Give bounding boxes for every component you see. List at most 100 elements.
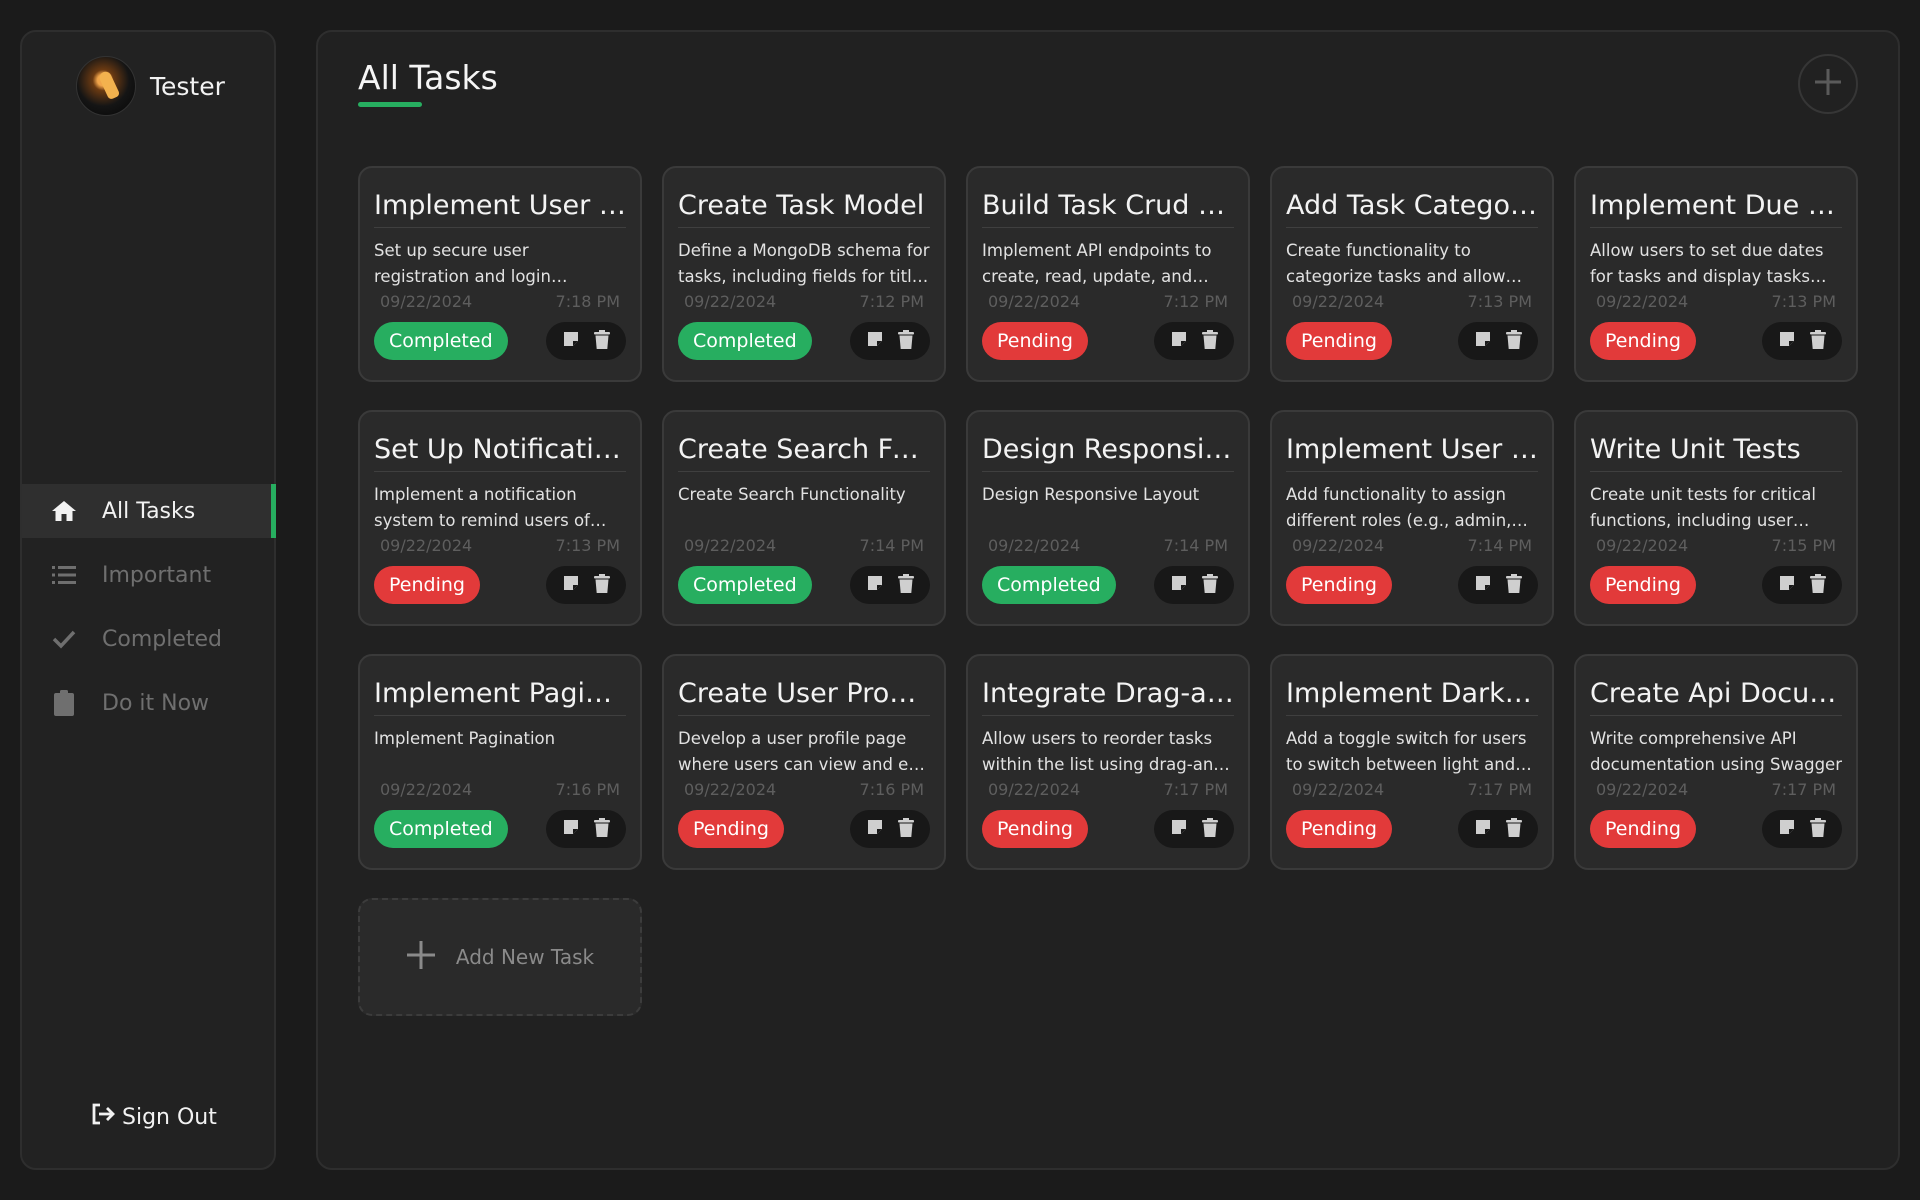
trash-icon[interactable] <box>1506 817 1522 841</box>
task-card[interactable]: Set Up Notifications Implement a notific… <box>358 410 642 626</box>
status-badge[interactable]: Completed <box>374 322 508 360</box>
task-date: 09/22/2024 <box>1292 780 1385 799</box>
sign-out-button[interactable]: Sign Out <box>90 1102 217 1132</box>
clipboard-icon <box>50 690 78 716</box>
task-card[interactable]: Implement User Roles Add functionality t… <box>1270 410 1554 626</box>
trash-icon[interactable] <box>1810 573 1826 597</box>
edit-icon[interactable] <box>562 330 580 352</box>
task-meta: 09/22/2024 7:14 PM <box>678 536 930 555</box>
trash-icon[interactable] <box>1506 573 1522 597</box>
task-meta: 09/22/2024 7:13 PM <box>1286 292 1538 311</box>
task-card[interactable]: Build Task Crud Operations Implement API… <box>966 166 1250 382</box>
plus-icon <box>1813 67 1843 101</box>
task-time: 7:12 PM <box>859 292 924 311</box>
title-underline <box>358 102 422 107</box>
task-card[interactable]: Implement Dark Mode Add a toggle switch … <box>1270 654 1554 870</box>
status-badge[interactable]: Pending <box>374 566 480 604</box>
sign-out-icon <box>90 1102 116 1132</box>
status-badge[interactable]: Completed <box>678 322 812 360</box>
edit-icon[interactable] <box>866 330 884 352</box>
status-badge[interactable]: Pending <box>1590 322 1696 360</box>
edit-icon[interactable] <box>1170 330 1188 352</box>
main-panel: All Tasks Implement User Authentication … <box>316 30 1900 1170</box>
edit-icon[interactable] <box>1170 574 1188 596</box>
status-badge[interactable]: Pending <box>1590 810 1696 848</box>
task-card[interactable]: Design Responsive Layout Design Responsi… <box>966 410 1250 626</box>
sidebar-nav: All Tasks Important Completed Do it Now <box>22 484 276 740</box>
edit-icon[interactable] <box>562 818 580 840</box>
trash-icon[interactable] <box>594 817 610 841</box>
add-new-task-button[interactable]: Add New Task <box>358 898 642 1016</box>
trash-icon[interactable] <box>1202 817 1218 841</box>
trash-icon[interactable] <box>1506 329 1522 353</box>
task-card[interactable]: Implement Pagination Implement Paginatio… <box>358 654 642 870</box>
status-badge[interactable]: Pending <box>982 322 1088 360</box>
task-card[interactable]: Write Unit Tests Create unit tests for c… <box>1574 410 1858 626</box>
trash-icon[interactable] <box>594 573 610 597</box>
add-task-circle-button[interactable] <box>1798 54 1858 114</box>
task-time: 7:17 PM <box>1467 780 1532 799</box>
sidebar-item-all-tasks[interactable]: All Tasks <box>22 484 276 538</box>
task-time: 7:14 PM <box>1163 536 1228 555</box>
edit-icon[interactable] <box>866 818 884 840</box>
edit-icon[interactable] <box>1778 574 1796 596</box>
status-badge[interactable]: Completed <box>678 566 812 604</box>
task-card[interactable]: Create Task Model Define a MongoDB schem… <box>662 166 946 382</box>
task-title: Design Responsive Layout <box>982 434 1234 472</box>
avatar[interactable] <box>76 56 136 116</box>
trash-icon[interactable] <box>1810 817 1826 841</box>
edit-icon[interactable] <box>1778 818 1796 840</box>
status-badge[interactable]: Completed <box>374 810 508 848</box>
trash-icon[interactable] <box>1202 329 1218 353</box>
sidebar-item-important[interactable]: Important <box>22 548 276 602</box>
edit-icon[interactable] <box>1778 330 1796 352</box>
edit-icon[interactable] <box>1474 330 1492 352</box>
status-badge[interactable]: Pending <box>1286 810 1392 848</box>
sidebar-item-do-it-now[interactable]: Do it Now <box>22 676 276 730</box>
task-actions <box>1458 810 1538 848</box>
task-description: Design Responsive Layout <box>982 485 1200 504</box>
status-badge[interactable]: Pending <box>678 810 784 848</box>
task-time: 7:17 PM <box>1163 780 1228 799</box>
task-actions <box>1154 810 1234 848</box>
trash-icon[interactable] <box>1202 573 1218 597</box>
task-card[interactable]: Implement User Authentication Set up sec… <box>358 166 642 382</box>
task-card[interactable]: Create User Profile Page Develop a user … <box>662 654 946 870</box>
task-title: Set Up Notifications <box>374 434 626 472</box>
status-badge[interactable]: Pending <box>1286 322 1392 360</box>
task-card[interactable]: Create Search Functionality Create Searc… <box>662 410 946 626</box>
task-card[interactable]: Integrate Drag-and-Drop Allow users to r… <box>966 654 1250 870</box>
home-icon <box>50 499 78 523</box>
trash-icon[interactable] <box>898 573 914 597</box>
task-actions <box>1762 810 1842 848</box>
profile[interactable]: Tester <box>76 56 225 116</box>
edit-icon[interactable] <box>1474 818 1492 840</box>
task-title: Implement User Roles <box>1286 434 1538 472</box>
task-meta: 09/22/2024 7:17 PM <box>1590 780 1842 799</box>
status-badge[interactable]: Pending <box>982 810 1088 848</box>
task-card[interactable]: Implement Due Dates Allow users to set d… <box>1574 166 1858 382</box>
task-description: Allow users to reorder tasks within the … <box>982 729 1230 774</box>
status-badge[interactable]: Pending <box>1286 566 1392 604</box>
add-new-task-label: Add New Task <box>455 945 595 969</box>
edit-icon[interactable] <box>866 574 884 596</box>
trash-icon[interactable] <box>1810 329 1826 353</box>
edit-icon[interactable] <box>562 574 580 596</box>
task-card[interactable]: Add Task Categories Create functionality… <box>1270 166 1554 382</box>
task-title: Build Task Crud Operations <box>982 190 1234 228</box>
sidebar-item-completed[interactable]: Completed <box>22 612 276 666</box>
edit-icon[interactable] <box>1474 574 1492 596</box>
task-meta: 09/22/2024 7:13 PM <box>374 536 626 555</box>
task-time: 7:14 PM <box>1467 536 1532 555</box>
status-badge[interactable]: Pending <box>1590 566 1696 604</box>
task-title: Write Unit Tests <box>1590 434 1842 472</box>
task-actions <box>546 322 626 360</box>
task-card[interactable]: Create Api Documentation Write comprehen… <box>1574 654 1858 870</box>
task-time: 7:13 PM <box>555 536 620 555</box>
status-badge[interactable]: Completed <box>982 566 1116 604</box>
task-description: Define a MongoDB schema for tasks, inclu… <box>678 241 930 286</box>
trash-icon[interactable] <box>898 329 914 353</box>
trash-icon[interactable] <box>898 817 914 841</box>
edit-icon[interactable] <box>1170 818 1188 840</box>
trash-icon[interactable] <box>594 329 610 353</box>
